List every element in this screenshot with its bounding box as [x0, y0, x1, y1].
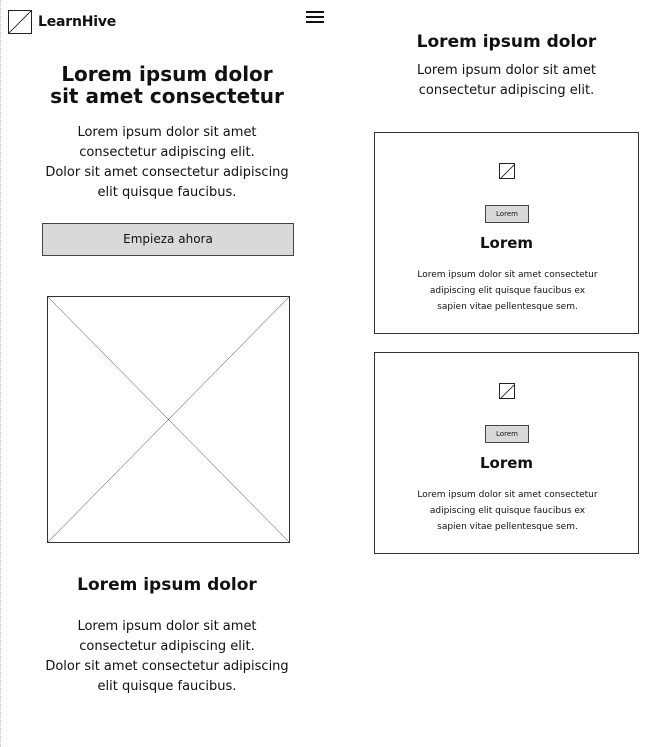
- card-title: Lorem: [479, 234, 534, 252]
- card-text-line: Lorem ipsum dolor sit amet consectetur: [417, 490, 598, 500]
- section-text-line: consectetur adipiscing elit.: [79, 639, 255, 654]
- hamburger-menu-icon[interactable]: [306, 11, 324, 27]
- hero-text-line: Lorem ipsum dolor sit amet: [77, 125, 257, 140]
- hero-text-line: consectetur adipiscing elit.: [79, 145, 255, 160]
- card-text-line: adipiscing elit quisque faucibus ex: [429, 286, 586, 296]
- hero-title-line: Lorem ipsum dolor: [61, 62, 273, 86]
- brand-logo[interactable]: LearnHive: [8, 10, 116, 34]
- features-title: Lorem ipsum dolor: [416, 32, 597, 52]
- card-text-line: sapien vitae pellentesque sem.: [437, 302, 578, 312]
- image-placeholder-icon: [499, 163, 515, 180]
- features-description: Lorem ipsum dolor sit amet consectetur a…: [374, 61, 639, 101]
- feature-card: Lorem Lorem Lorem ipsum dolor sit amet c…: [374, 352, 639, 554]
- hero-text-line: elit quisque faucibus.: [97, 185, 237, 200]
- section-text-line: elit quisque faucibus.: [97, 679, 237, 694]
- card-description: Lorem ipsum dolor sit amet consectetur a…: [399, 267, 616, 315]
- hero-title-line: sit amet consectetur: [50, 84, 284, 108]
- hero-image-placeholder: [47, 296, 290, 543]
- card-badge-button[interactable]: Lorem: [485, 205, 529, 223]
- image-placeholder-icon: [499, 383, 515, 400]
- card-text-line: sapien vitae pellentesque sem.: [437, 522, 578, 532]
- hero-title: Lorem ipsum dolor sit amet consectetur: [40, 63, 294, 107]
- page-edge-line: [0, 0, 1, 747]
- card-description: Lorem ipsum dolor sit amet consectetur a…: [399, 487, 616, 535]
- card-text-line: Lorem ipsum dolor sit amet consectetur: [417, 270, 598, 280]
- section-text-line: Dolor sit amet consectetur adipiscing: [45, 659, 289, 674]
- section-text-line: Lorem ipsum dolor sit amet: [77, 619, 257, 634]
- features-text-line: Lorem ipsum dolor sit amet: [416, 63, 597, 78]
- card-title: Lorem: [479, 454, 534, 472]
- section-title: Lorem ipsum dolor: [77, 575, 257, 595]
- image-placeholder-icon: [8, 10, 32, 34]
- image-placeholder-icon: [48, 297, 289, 542]
- card-text-line: adipiscing elit quisque faucibus ex: [429, 506, 586, 516]
- section-description: Lorem ipsum dolor sit amet consectetur a…: [40, 617, 294, 697]
- cta-button[interactable]: Empieza ahora: [42, 223, 294, 256]
- hero-description: Lorem ipsum dolor sit amet consectetur a…: [40, 123, 294, 203]
- feature-card: Lorem Lorem Lorem ipsum dolor sit amet c…: [374, 132, 639, 334]
- hero-text-line: Dolor sit amet consectetur adipiscing: [45, 165, 289, 180]
- card-badge-button[interactable]: Lorem: [485, 425, 529, 443]
- brand-name: LearnHive: [38, 14, 117, 30]
- features-text-line: consectetur adipiscing elit.: [418, 83, 595, 98]
